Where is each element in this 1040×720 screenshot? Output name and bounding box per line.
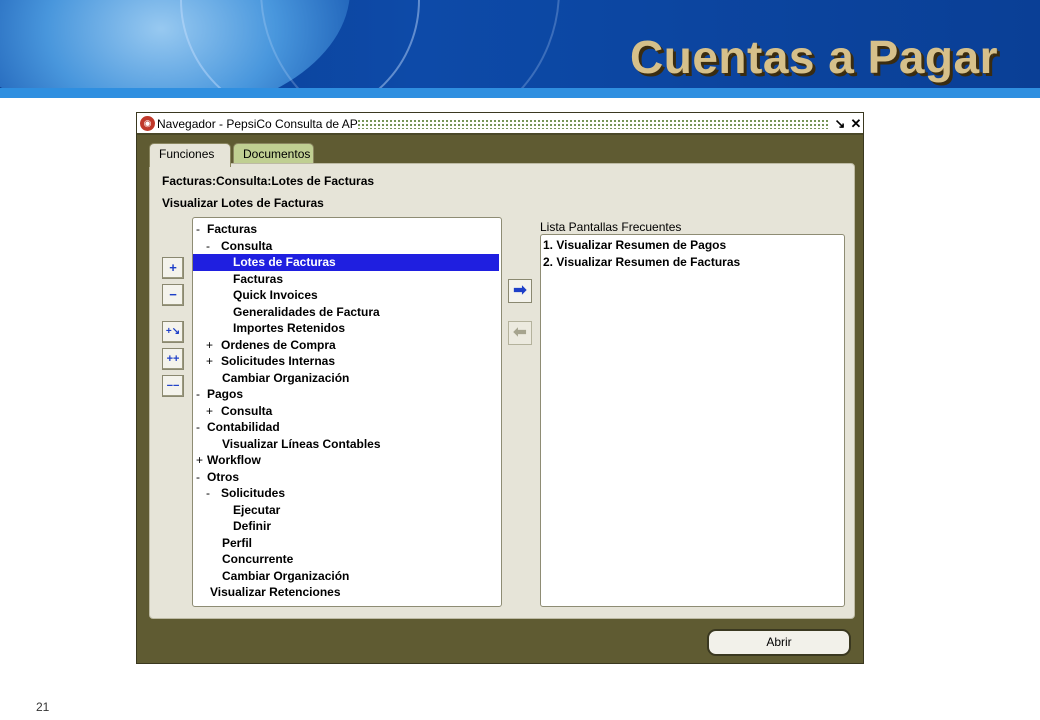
breadcrumb: Facturas:Consulta:Lotes de Facturas: [162, 174, 375, 188]
slide-title: Cuentas a Pagar: [630, 31, 998, 83]
tree-node-label: Definir: [233, 519, 272, 533]
tree-node[interactable]: - Contabilidad: [193, 419, 499, 436]
tree-node-label: Workflow: [207, 453, 261, 467]
tree-node[interactable]: Ejecutar: [193, 502, 499, 519]
expand-icon[interactable]: +: [162, 257, 184, 279]
expand-branch-icon[interactable]: +↘: [162, 321, 184, 343]
navigator-window: ◉ Navegador - PepsiCo Consulta de AP ↘ ✕…: [136, 112, 864, 664]
tree-node[interactable]: Concurrente: [193, 551, 499, 568]
collapse-node-icon[interactable]: -: [206, 485, 216, 502]
app-icon: ◉: [140, 116, 155, 131]
collapse-node-icon[interactable]: -: [196, 469, 206, 486]
page-number: 21: [36, 700, 50, 714]
expand-all-icon[interactable]: ++: [162, 348, 184, 370]
tree-node-label: Cambiar Organización: [222, 370, 350, 385]
tree-node[interactable]: Generalidades de Factura: [193, 304, 499, 321]
tree-node-label: Consulta: [221, 238, 273, 253]
tree-node-label: Generalidades de Factura: [233, 304, 380, 319]
tab-documentos[interactable]: Documentos: [233, 143, 314, 165]
tree-node-label: Solicitudes: [221, 486, 286, 500]
tree-node[interactable]: - Otros: [193, 469, 499, 486]
tree-node-label: Contabilidad: [207, 420, 280, 434]
window-titlebar[interactable]: ◉ Navegador - PepsiCo Consulta de AP ↘ ✕: [137, 113, 863, 135]
tree-node[interactable]: Cambiar Organización: [193, 568, 499, 585]
functions-panel: Facturas:Consulta:Lotes de Facturas Visu…: [149, 163, 855, 619]
minimize-icon[interactable]: ↘: [833, 116, 847, 131]
tree-node-label: Visualizar Líneas Contables: [222, 436, 381, 451]
frequent-list[interactable]: 1. Visualizar Resumen de Pagos 2. Visuali…: [540, 234, 845, 607]
tree-node-label: Consulta: [221, 403, 273, 418]
tree-node[interactable]: - Consulta: [193, 238, 499, 255]
collapse-icon[interactable]: −: [162, 284, 184, 306]
tree-node-label: Quick Invoices: [233, 288, 318, 302]
collapse-node-icon[interactable]: -: [206, 238, 216, 255]
tree-node[interactable]: - Pagos: [193, 386, 499, 403]
tree-node[interactable]: Visualizar Retenciones: [193, 584, 499, 601]
tree-node-label: Facturas: [233, 271, 284, 286]
tree-node[interactable]: Quick Invoices: [193, 287, 499, 304]
tree-node-label: Ordenes de Compra: [221, 337, 336, 352]
tree-node[interactable]: + Ordenes de Compra: [193, 337, 499, 354]
expand-node-icon[interactable]: +: [206, 353, 216, 370]
frequent-list-label: Lista Pantallas Frecuentes: [540, 220, 682, 234]
list-item[interactable]: 2. Visualizar Resumen de Facturas: [543, 255, 740, 269]
expand-node-icon[interactable]: +: [206, 403, 216, 420]
header-banner: Cuentas a Pagar: [0, 0, 1040, 92]
window-title: Navegador - PepsiCo Consulta de AP: [157, 117, 358, 131]
slide: Cuentas a Pagar ◉ Navegador - PepsiCo Co…: [0, 0, 1040, 720]
tree-node-label: Perfil: [222, 535, 253, 550]
tree-node-label: Ejecutar: [233, 502, 281, 517]
tree-node[interactable]: Perfil: [193, 535, 499, 552]
expand-node-icon[interactable]: +: [206, 337, 216, 354]
close-icon[interactable]: ✕: [849, 116, 863, 131]
tree-node-label: Importes Retenidos: [233, 321, 346, 335]
list-item[interactable]: 1. Visualizar Resumen de Pagos: [543, 238, 726, 252]
tree-node[interactable]: + Solicitudes Internas: [193, 353, 499, 370]
tree-node[interactable]: Visualizar Líneas Contables: [193, 436, 499, 453]
tree-node-label: Visualizar Retenciones: [210, 585, 341, 599]
selected-function-title: Visualizar Lotes de Facturas: [162, 196, 324, 210]
tree-node-label: Solicitudes Internas: [221, 354, 336, 368]
tree-node[interactable]: Lotes de Facturas: [193, 254, 499, 271]
arrow-right-icon[interactable]: ➡: [508, 279, 532, 303]
tree-node-label: Lotes de Facturas: [233, 255, 336, 269]
tab-funciones[interactable]: Funciones: [149, 143, 231, 167]
collapse-all-icon[interactable]: −−: [162, 375, 184, 397]
open-button[interactable]: Abrir: [707, 629, 851, 656]
tree-node[interactable]: - Facturas: [193, 221, 499, 238]
arrow-left-icon[interactable]: ⬅: [508, 321, 532, 345]
orbit-graphic: [260, 0, 560, 92]
expand-node-icon[interactable]: +: [196, 452, 206, 469]
tree-node-label: Cambiar Organización: [222, 568, 350, 583]
collapse-node-icon[interactable]: -: [196, 221, 206, 238]
collapse-node-icon[interactable]: -: [196, 386, 206, 403]
tree-node[interactable]: Facturas: [193, 271, 499, 288]
tree-node[interactable]: + Consulta: [193, 403, 499, 420]
titlebar-pattern: [357, 119, 829, 129]
tree-node[interactable]: Definir: [193, 518, 499, 535]
tree-node[interactable]: - Solicitudes: [193, 485, 499, 502]
tree-node-label: Facturas: [207, 222, 258, 236]
collapse-node-icon[interactable]: -: [196, 419, 206, 436]
tree-node-label: Concurrente: [222, 552, 294, 566]
tree-node-label: Otros: [207, 469, 240, 484]
tree-node[interactable]: Importes Retenidos: [193, 320, 499, 337]
banner-stripe: [0, 88, 1040, 98]
function-tree[interactable]: - Facturas - Consulta Lotes de Facturas Factu…: [192, 217, 502, 607]
tree-node[interactable]: + Workflow: [193, 452, 499, 469]
tree-node[interactable]: Cambiar Organización: [193, 370, 499, 387]
tree-node-label: Pagos: [207, 387, 244, 401]
